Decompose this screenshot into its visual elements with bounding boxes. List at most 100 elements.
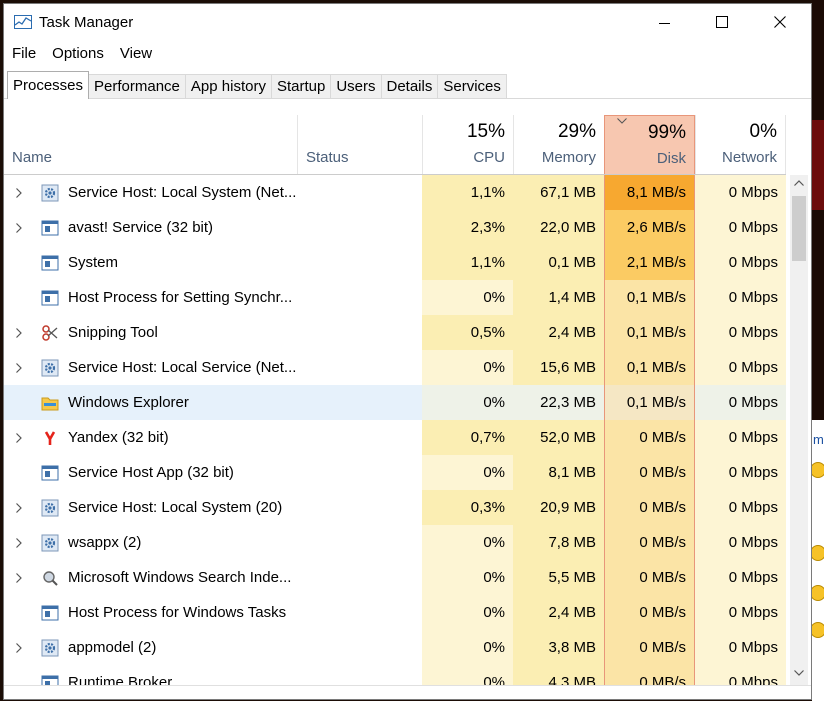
column-header-name[interactable]: Name — [4, 115, 297, 175]
process-cpu-value: 2,3% — [470, 219, 505, 236]
chevron-right-icon[interactable] — [16, 503, 22, 513]
chevron-right-icon[interactable] — [16, 643, 22, 653]
process-row[interactable]: Snipping Tool 0,5% 2,4 MB 0,1 MB/s 0 Mbps — [4, 315, 786, 350]
tab-processes[interactable]: Processes — [7, 71, 90, 99]
process-row[interactable]: Windows Explorer 0% 22,3 MB 0,1 MB/s 0 Mbps — [4, 385, 786, 420]
process-name-cell: Yandex (32 bit) — [4, 420, 297, 455]
scroll-up-button[interactable] — [790, 175, 808, 193]
process-network-cell: 0 Mbps — [695, 455, 786, 490]
process-cpu-value: 0% — [483, 394, 505, 411]
process-row[interactable]: avast! Service (32 bit) 2,3% 22,0 MB 2,6 MB… — [4, 210, 786, 245]
process-disk-cell: 8,1 MB/s — [604, 175, 695, 210]
process-row[interactable]: Service Host: Local System (20) 0,3% 20,9 … — [4, 490, 786, 525]
process-disk-cell: 0 MB/s — [604, 525, 695, 560]
scroll-down-button[interactable] — [790, 665, 808, 683]
network-total-percent: 0% — [749, 121, 777, 142]
menu-file[interactable]: File — [4, 42, 44, 66]
close-button[interactable] — [751, 4, 809, 40]
process-network-value: 0 Mbps — [728, 639, 778, 656]
process-name: Microsoft Windows Search Inde... — [68, 569, 292, 586]
process-name-cell: wsappx (2) — [4, 525, 297, 560]
process-row[interactable]: Microsoft Windows Search Inde... 0% 5,5 MB… — [4, 560, 786, 595]
vertical-scrollbar[interactable] — [790, 175, 808, 685]
process-row[interactable]: Host Process for Windows Tasks 0% 2,4 MB 0 … — [4, 595, 786, 630]
process-status-cell — [297, 245, 422, 280]
menu-view[interactable]: View — [112, 42, 160, 66]
process-network-value: 0 Mbps — [728, 569, 778, 586]
process-row[interactable]: Service Host: Local Service (Net... 0% 15,… — [4, 350, 786, 385]
process-cpu-cell: 1,1% — [422, 175, 513, 210]
menu-options[interactable]: Options — [44, 42, 112, 66]
process-row[interactable]: System 1,1% 0,1 MB 2,1 MB/s 0 Mbps — [4, 245, 786, 280]
process-status-cell — [297, 455, 422, 490]
process-name-cell: appmodel (2) — [4, 630, 297, 665]
tab-users[interactable]: Users — [330, 74, 382, 99]
process-disk-cell: 0 MB/s — [604, 420, 695, 455]
process-memory-value: 2,4 MB — [548, 604, 596, 621]
process-memory-value: 0,1 MB — [548, 254, 596, 271]
maximize-button[interactable] — [693, 4, 751, 40]
gear-icon — [41, 184, 59, 202]
process-name-cell: Service Host App (32 bit) — [4, 455, 297, 490]
tab-app-history[interactable]: App history — [184, 74, 272, 99]
process-status-cell — [297, 385, 422, 420]
chevron-right-icon[interactable] — [16, 538, 22, 548]
process-cpu-cell: 0% — [422, 595, 513, 630]
chevron-right-icon[interactable] — [16, 223, 22, 233]
process-memory-cell: 22,3 MB — [513, 385, 604, 420]
process-memory-cell: 8,1 MB — [513, 455, 604, 490]
minimize-button[interactable] — [635, 4, 693, 40]
process-name-cell: Service Host: Local Service (Net... — [4, 350, 297, 385]
process-cpu-value: 0% — [483, 464, 505, 481]
process-cpu-cell: 0% — [422, 525, 513, 560]
column-header-cpu[interactable]: 15% CPU — [422, 115, 513, 175]
column-header-status[interactable]: Status — [297, 115, 422, 175]
chevron-right-icon[interactable] — [16, 188, 22, 198]
tab-performance[interactable]: Performance — [88, 74, 186, 99]
process-network-value: 0 Mbps — [728, 219, 778, 236]
process-name-cell: Host Process for Setting Synchr... — [4, 280, 297, 315]
process-cpu-value: 0,3% — [470, 499, 505, 516]
chevron-right-icon[interactable] — [16, 363, 22, 373]
process-cpu-value: 0% — [483, 639, 505, 656]
scrollbar-thumb[interactable] — [792, 196, 806, 261]
process-disk-cell: 2,6 MB/s — [604, 210, 695, 245]
search-indexer-icon — [41, 569, 59, 587]
scissors-icon — [41, 324, 59, 342]
process-memory-value: 22,3 MB — [540, 394, 596, 411]
process-row[interactable]: Host Process for Setting Synchr... 0% 1,4 … — [4, 280, 786, 315]
process-status-cell — [297, 560, 422, 595]
process-row[interactable]: Yandex (32 bit) 0,7% 52,0 MB 0 MB/s 0 Mbps — [4, 420, 786, 455]
process-row[interactable]: Service Host: Local System (Net... 1,1% 67… — [4, 175, 786, 210]
process-network-cell: 0 Mbps — [695, 525, 786, 560]
process-network-cell: 0 Mbps — [695, 595, 786, 630]
tab-services[interactable]: Services — [437, 74, 507, 99]
process-disk-cell: 0,1 MB/s — [604, 280, 695, 315]
process-row[interactable]: Service Host App (32 bit) 0% 8,1 MB 0 MB/s 0… — [4, 455, 786, 490]
window-title: Task Manager — [39, 14, 134, 31]
process-row[interactable]: wsappx (2) 0% 7,8 MB 0 MB/s 0 Mbps — [4, 525, 786, 560]
process-name-cell: avast! Service (32 bit) — [4, 210, 297, 245]
process-name: Service Host: Local System (20) — [68, 499, 283, 516]
process-status-cell — [297, 315, 422, 350]
process-name: Windows Explorer — [68, 394, 189, 411]
tab-startup[interactable]: Startup — [270, 74, 332, 99]
memory-total-percent: 29% — [557, 121, 596, 142]
process-row[interactable]: appmodel (2) 0% 3,8 MB 0 MB/s 0 Mbps — [4, 630, 786, 665]
process-disk-cell: 0,1 MB/s — [604, 350, 695, 385]
process-disk-cell: 0 MB/s — [604, 455, 695, 490]
process-network-value: 0 Mbps — [728, 534, 778, 551]
process-memory-value: 8,1 MB — [548, 464, 596, 481]
column-header-network[interactable]: 0% Network — [695, 115, 786, 175]
chevron-right-icon[interactable] — [16, 433, 22, 443]
folder-icon — [41, 394, 59, 412]
column-label-cpu: CPU — [473, 149, 505, 166]
title-bar[interactable]: Task Manager — [4, 4, 811, 40]
column-header-memory[interactable]: 29% Memory — [513, 115, 604, 175]
chevron-right-icon[interactable] — [16, 328, 22, 338]
chevron-right-icon[interactable] — [16, 573, 22, 583]
tab-details[interactable]: Details — [380, 74, 439, 99]
cpu-total-percent: 15% — [466, 121, 505, 142]
process-name-cell: Host Process for Windows Tasks — [4, 595, 297, 630]
column-header-disk[interactable]: 99% Disk — [604, 115, 695, 175]
